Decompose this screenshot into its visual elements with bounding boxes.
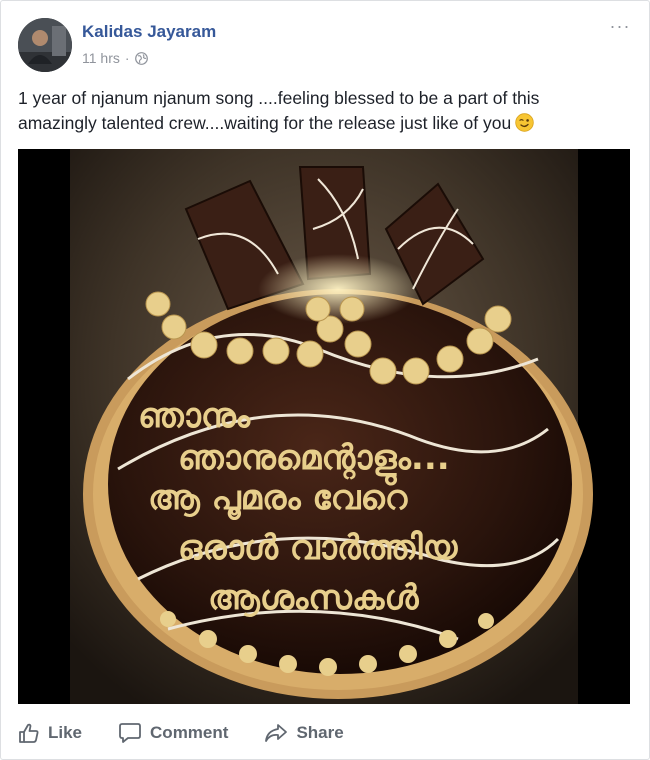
post-text: 1 year of njanum njanum song ....feeling… [18,86,638,136]
comment-label: Comment [150,723,229,742]
cake-text-1: ഞാനും [138,396,251,436]
share-icon [265,724,288,742]
comment-button[interactable]: Comment [118,722,228,744]
post-text-line-2-text: amazingly talented crew....waiting for t… [18,113,512,133]
cake-text-3: ആ പൂമരം വേറെ [148,478,409,520]
author-avatar[interactable] [18,18,72,72]
post-meta: 11 hrs · [82,50,148,66]
post-text-line-1: 1 year of njanum njanum song ....feeling… [18,88,540,108]
post-header: Kalidas Jayaram 11 hrs · ··· [18,17,632,74]
post-timestamp[interactable]: 11 hrs [82,50,120,66]
cake-text-5: ആശംസകൾ [208,578,419,618]
share-label: Share [296,723,344,742]
thumbs-up-icon [19,723,39,743]
ellipsis-icon[interactable]: ··· [608,17,632,40]
like-button[interactable]: Like [18,722,82,744]
wink-emoji-icon [515,113,534,132]
post-photo[interactable]: ഞാനും ഞാനുമെന്റാളും... ആ പൂമരം വേറെ ഒരാൾ… [18,149,630,704]
post-card: Kalidas Jayaram 11 hrs · ··· 1 year of n… [0,0,650,760]
author-name-link[interactable]: Kalidas Jayaram [82,22,216,42]
post-actions: Like Comment Share [18,713,632,753]
comment-icon [119,723,141,743]
like-label: Like [48,723,83,742]
cake-text-4: ഒരാൾ വാർത്തിയ [178,528,459,568]
meta-separator: · [124,50,130,66]
share-button[interactable]: Share [264,722,344,744]
post-text-line-2: amazingly talented crew....waiting for t… [18,111,638,136]
globe-icon[interactable] [134,51,148,65]
